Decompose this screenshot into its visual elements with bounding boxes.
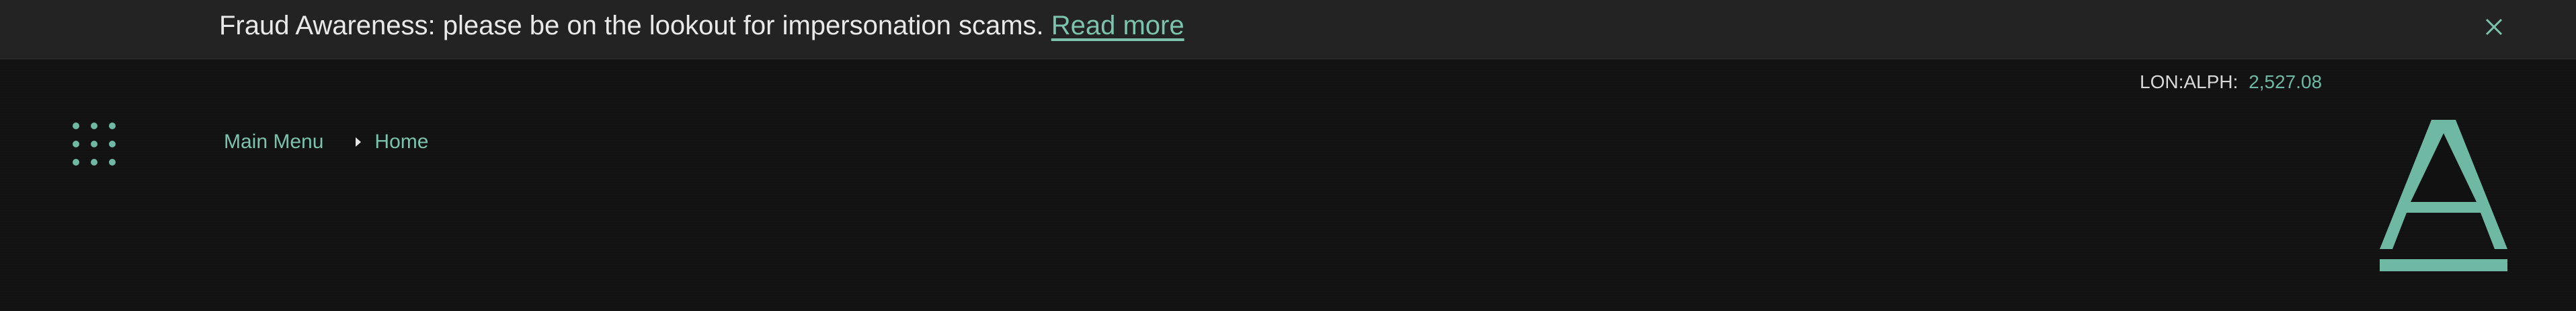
grid-menu-button[interactable] (70, 120, 118, 168)
breadcrumb-home[interactable]: Home (374, 131, 428, 153)
close-icon (2485, 18, 2503, 36)
close-banner-button[interactable] (2481, 13, 2507, 40)
stock-ticker: LON:ALPH: 2,527.08 (2140, 71, 2322, 93)
banner-message: Fraud Awareness: please be on the lookou… (219, 11, 1044, 40)
alpha-logo-icon (2380, 120, 2507, 271)
header-area: Main Menu Home LON:ALPH: 2,527.08 (0, 59, 2576, 311)
read-more-link[interactable]: Read more (1051, 11, 1184, 40)
ticker-value: 2,527.08 (2249, 71, 2323, 92)
fraud-awareness-banner: Fraud Awareness: please be on the lookou… (0, 0, 2576, 59)
alpha-logo[interactable] (2380, 114, 2511, 276)
banner-text: Fraud Awareness: please be on the lookou… (219, 0, 1184, 59)
breadcrumb: Main Menu Home (224, 125, 428, 159)
breadcrumb-main-menu[interactable]: Main Menu (224, 131, 323, 153)
ticker-label: LON:ALPH: (2140, 71, 2239, 92)
caret-right-icon (356, 137, 362, 147)
